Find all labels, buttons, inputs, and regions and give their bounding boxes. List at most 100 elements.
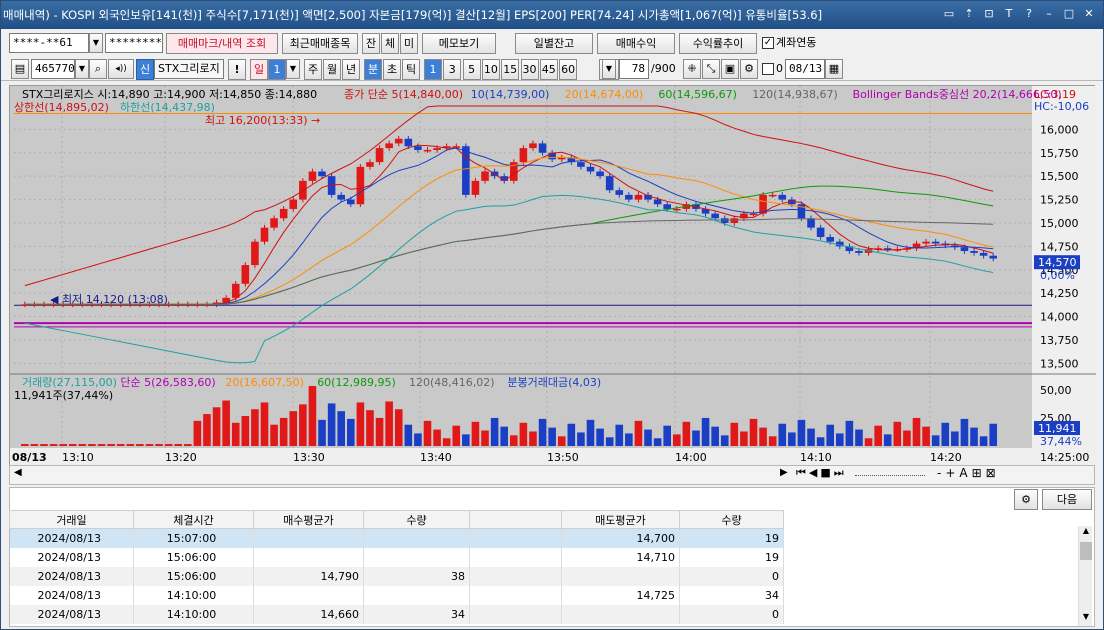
code-dropdown-icon[interactable]: ▼ [75,59,89,79]
crosshair-icon[interactable]: ⁜ [683,59,701,79]
grid-header-3[interactable]: 수량 [363,510,470,529]
period-btn-45[interactable]: 45 [539,59,558,80]
lock-icon[interactable]: ⊡ [981,6,997,22]
period-month[interactable]: 월 [323,59,341,80]
recent-trades-button[interactable]: 최근매매종목 [282,33,358,54]
table-row[interactable]: 2024/08/13 15:06:00 14,710 19 [9,547,784,567]
tab-pending[interactable]: 미 [400,33,418,54]
period-tick[interactable]: 틱 [402,59,420,80]
grid-scroll-up-icon[interactable]: ▲ [1080,526,1092,540]
volume-bar [184,444,192,446]
period-second[interactable]: 초 [383,59,401,80]
zoom-controls[interactable]: -+A⊞⊠ [937,466,1000,480]
help-icon[interactable]: ? [1021,6,1037,22]
day-dropdown-icon[interactable]: ▼ [286,59,300,79]
period-btn-30[interactable]: 30 [520,59,539,80]
zero-checkbox[interactable] [762,63,774,75]
volume-bar [375,417,384,446]
period-btn-60[interactable]: 60 [559,59,578,80]
grid-header-0[interactable]: 거래일 [9,510,134,529]
candle-body [931,241,940,244]
period-minute[interactable]: 분 [364,59,382,80]
volume-bar [145,444,154,446]
volume-legend-item: 20(16,607,50) [225,376,304,389]
pin-icon[interactable]: ⇡ [961,6,977,22]
volume-bar [423,420,432,446]
gear-icon[interactable]: ⚙ [740,59,758,79]
table-row[interactable]: 2024/08/13 15:07:00 14,700 19 [9,528,784,548]
grid-header-4[interactable] [469,510,562,529]
volume-bar [241,416,250,446]
price-chart[interactable]: 16,000 15,750 15,500 15,250 15,000 14,750 14,5… [10,86,1096,466]
speaker-icon[interactable]: ◂)) [108,59,134,79]
table-cell [469,547,562,567]
period-dropdown-icon[interactable]: ▼ [602,59,616,79]
volume-bar [385,401,393,446]
grid-scrollbar[interactable]: ▲ ▼ [1078,526,1092,626]
candle-body [260,227,269,242]
zoom-slider[interactable] [855,466,925,476]
period-btn-10[interactable]: 10 [481,59,500,80]
memo-button[interactable]: 메모보기 [422,33,496,54]
calendar-icon[interactable]: ▦ [825,59,843,79]
next-button[interactable]: 다음 [1042,489,1092,510]
grid-header-1[interactable]: 체결시간 [133,510,254,529]
period-week[interactable]: 주 [304,59,322,80]
chart-type-icon[interactable]: ▤ [11,59,29,79]
account-link-checkbox[interactable]: ✓ [762,37,774,49]
grid-header-5[interactable]: 매도평균가 [561,510,680,529]
candle-body [778,194,787,200]
scroll-right-icon[interactable]: ▶ [780,467,788,478]
period-btn-3[interactable]: 3 [443,59,462,80]
tab-balance[interactable]: 잔 [362,33,380,54]
trade-mark-button[interactable]: 매매마크/내역 조회 [166,33,278,54]
account-input[interactable]: ****-**61 [9,33,89,53]
volume-bar [960,418,969,446]
candle-body [653,199,662,205]
period-btn-5[interactable]: 5 [462,59,481,80]
profit-trend-button[interactable]: 수익률추이 [679,33,757,54]
maximize-icon[interactable]: □ [1061,6,1077,22]
volume-bar [126,444,135,446]
grid-settings-icon[interactable]: ⚙ [1014,489,1038,510]
grid-header-2[interactable]: 매수평균가 [253,510,364,529]
window-icon[interactable]: ▭ [941,6,957,22]
period-year[interactable]: 년 [342,59,360,80]
grid-scroll-thumb[interactable] [1080,542,1092,560]
day-count-input[interactable]: 1 [268,59,286,80]
minimize-icon[interactable]: – [1041,6,1057,22]
stock-code-input[interactable]: 465770 [31,59,75,79]
date-input[interactable]: 08/13 [785,59,825,79]
grid-scroll-down-icon[interactable]: ▼ [1080,612,1092,626]
period-btn-1[interactable]: 1 [424,59,442,80]
text-icon[interactable]: T [1001,6,1017,22]
volume-legend-item: 단순 5(26,583,60) [120,376,215,389]
table-row[interactable]: 2024/08/13 15:06:00 14,790 38 0 [9,566,784,586]
volume-bar [327,403,336,446]
account-dropdown-icon[interactable]: ▼ [89,33,103,53]
tab-executed[interactable]: 체 [381,33,399,54]
period-day[interactable]: 일 [250,59,268,80]
trade-profit-button[interactable]: 매매수익 [597,33,675,54]
chart-scrollbar[interactable]: ◀ ▶ ⏮◀■⏭ -+A⊞⊠ [9,465,1095,485]
candle-body [826,237,834,242]
table-row[interactable]: 2024/08/13 14:10:00 14,725 34 [9,585,784,605]
scroll-left-icon[interactable]: ◀ [14,467,22,478]
volume-bar [586,419,595,446]
bar-count-input[interactable]: 78 [619,59,649,79]
search-icon[interactable]: ⌕ [89,59,107,79]
period-btn-15[interactable]: 15 [501,59,520,80]
playback-controls[interactable]: ⏮◀■⏭ [796,466,847,480]
draw-tool-icon[interactable]: ⤡ [702,59,720,79]
password-input[interactable]: ******** [105,33,163,53]
chart-area[interactable]: 16,000 15,750 15,500 15,250 15,000 14,750 14,5… [9,85,1096,466]
volume-bar [596,428,604,446]
legend-lower: 하한선(14,437,98) [120,100,215,114]
close-icon[interactable]: ✕ [1081,6,1097,22]
daily-balance-button[interactable]: 일별잔고 [515,33,593,54]
warning-icon[interactable]: ! [228,59,246,80]
grid-header-6[interactable]: 수량 [679,510,784,529]
x-tick-label: 13:10 [62,451,94,464]
table-row[interactable]: 2024/08/13 14:10:00 14,660 34 0 [9,604,784,624]
save-icon[interactable]: ▣ [721,59,739,79]
